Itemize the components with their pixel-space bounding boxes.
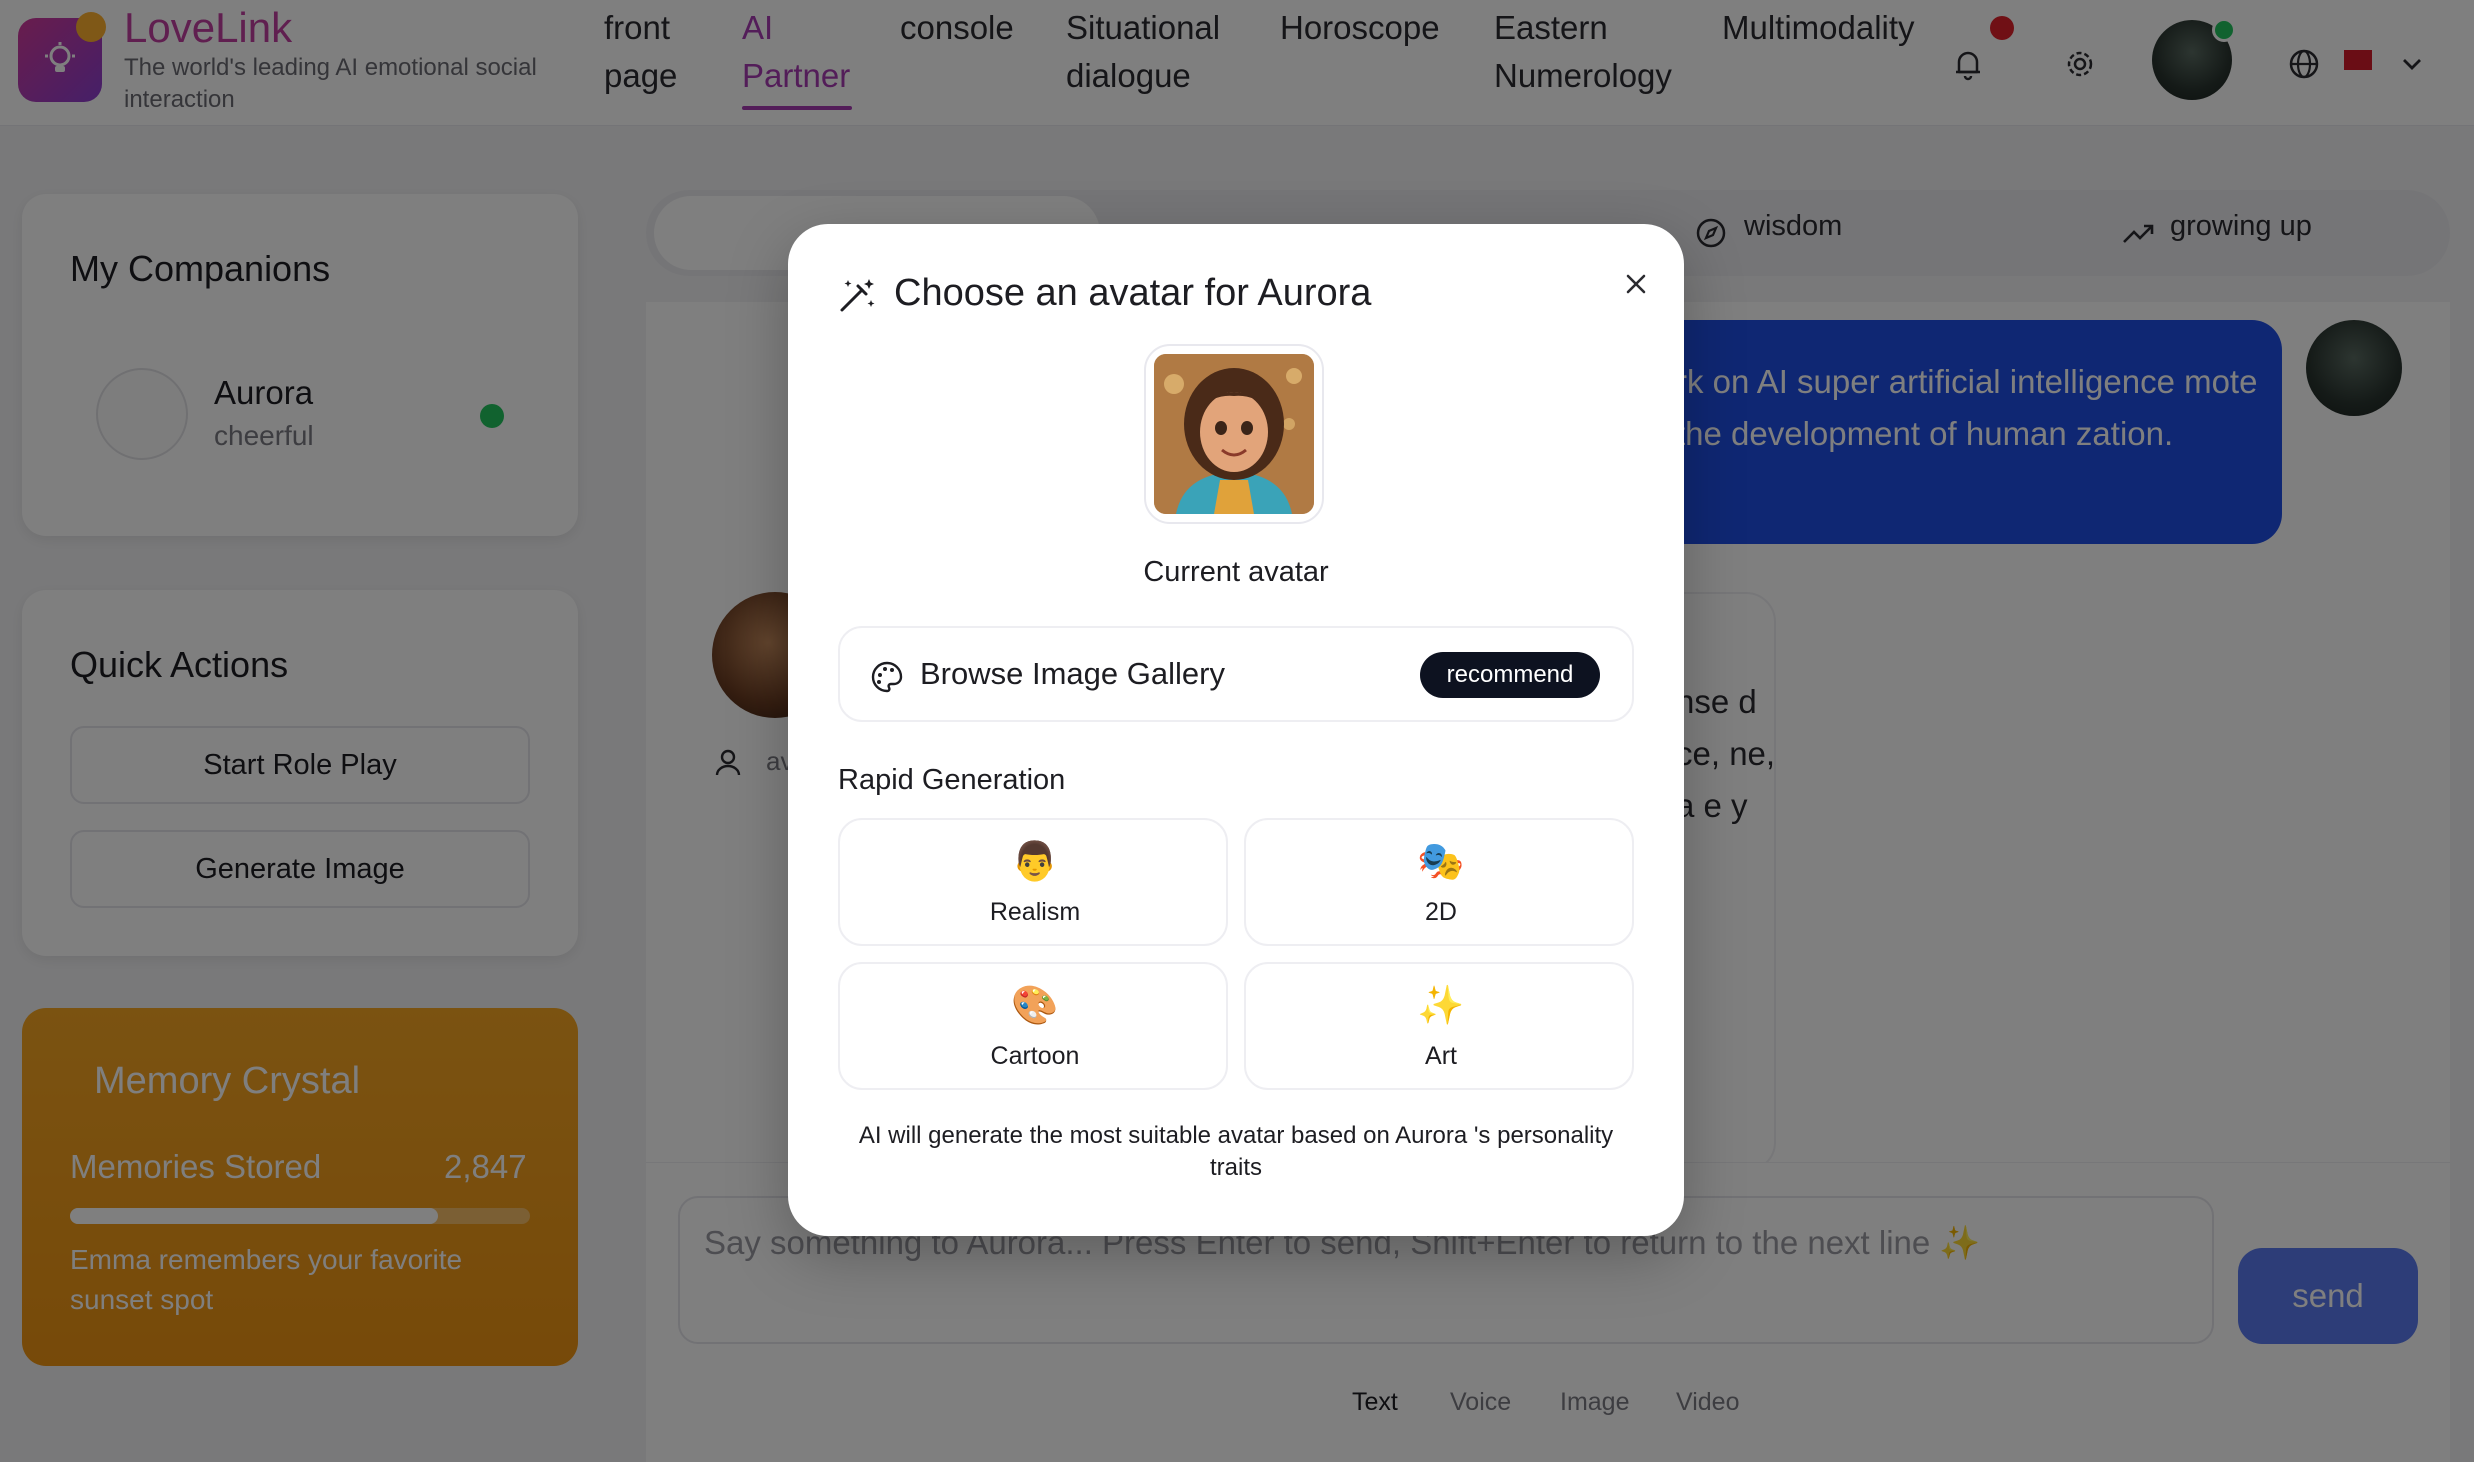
style-option-realism[interactable]: 👨 Realism: [838, 818, 1228, 946]
realism-emoji-icon: 👨: [1011, 841, 1059, 883]
palette-icon: [871, 661, 903, 693]
modal-title: Choose an avatar for Aurora: [894, 272, 1371, 315]
recommend-badge: recommend: [1420, 652, 1600, 698]
style-option-art[interactable]: ✨ Art: [1244, 962, 1634, 1090]
modal-title-prefix: Choose an avatar for: [894, 272, 1249, 314]
avatar-modal: Choose an avatar for Aurora Current avat…: [788, 224, 1684, 1236]
art-label: Art: [1425, 1042, 1457, 1070]
magic-wand-icon: [840, 279, 875, 312]
cartoon-label: Cartoon: [990, 1042, 1080, 1070]
browse-gallery-label: Browse Image Gallery: [920, 656, 1225, 691]
close-icon[interactable]: [1616, 264, 1656, 304]
sparkles-emoji-icon: ✨: [1417, 985, 1465, 1027]
avatar-portrait: [1154, 354, 1314, 514]
style-option-cartoon[interactable]: 🎨 Cartoon: [838, 962, 1228, 1090]
2d-label: 2D: [1425, 898, 1457, 926]
modal-title-name: Aurora: [1257, 272, 1372, 314]
realism-label: Realism: [989, 898, 1081, 926]
modal-footer-note: AI will generate the most suitable avata…: [858, 1122, 1614, 1181]
current-avatar-image: [1154, 354, 1314, 514]
current-avatar-label: Current avatar: [1143, 556, 1329, 588]
masks-emoji-icon: 🎭: [1417, 841, 1465, 883]
rapid-generation-title: Rapid Generation: [838, 764, 1066, 796]
style-option-2d[interactable]: 🎭 2D: [1244, 818, 1634, 946]
palette-emoji-icon: 🎨: [1011, 985, 1059, 1027]
